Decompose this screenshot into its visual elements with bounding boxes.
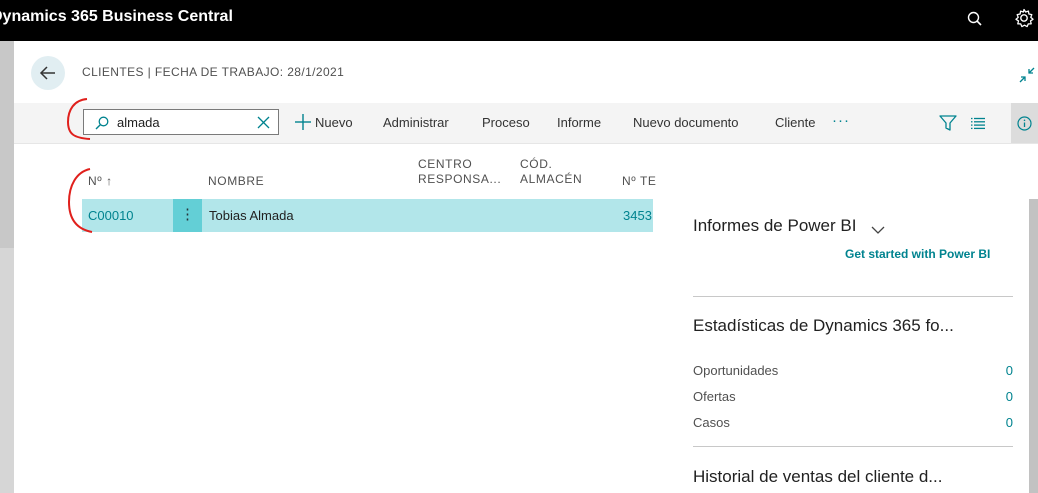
chevron-down-icon[interactable] (871, 222, 885, 240)
action-bar: Nuevo Administrar Proceso Informe Nuevo … (14, 103, 1038, 144)
arrow-left-icon (39, 66, 55, 80)
annotation-mark-row (67, 168, 93, 233)
customer-menu[interactable]: Cliente (775, 115, 815, 130)
list-search-box (83, 109, 279, 135)
search-input[interactable] (117, 113, 247, 131)
process-menu[interactable]: Proceso (482, 115, 530, 130)
stat-label-quotes: Ofertas (693, 389, 736, 404)
column-header-location-code[interactable]: CÓD. ALMACÉN (520, 157, 582, 187)
stat-value-cases[interactable]: 0 (999, 415, 1013, 430)
report-menu[interactable]: Informe (557, 115, 601, 130)
gear-icon[interactable] (1013, 7, 1035, 29)
more-actions-button[interactable]: ··· (832, 112, 850, 129)
column-header-phone[interactable]: Nº TE (622, 174, 657, 189)
column-header-responsibility-center[interactable]: CENTRO RESPONSA... (418, 157, 501, 187)
back-button[interactable] (31, 56, 65, 90)
collapse-icon[interactable] (1018, 66, 1036, 89)
factbox-toggle[interactable] (1011, 103, 1038, 143)
statistics-title[interactable]: Estadísticas de Dynamics 365 fo... (693, 316, 954, 336)
info-icon (1017, 116, 1032, 131)
annotation-mark-search (66, 98, 91, 140)
clear-search-icon[interactable] (257, 116, 270, 134)
stat-label-opportunities: Oportunidades (693, 363, 779, 378)
scrollbar[interactable] (1029, 199, 1038, 493)
customer-phone: 3453 (623, 208, 652, 223)
stat-label-cases: Casos (693, 415, 730, 430)
row-actions-button[interactable]: ⋮ (173, 199, 202, 232)
search-icon[interactable] (965, 9, 985, 29)
stat-value-quotes[interactable]: 0 (999, 389, 1013, 404)
manage-menu[interactable]: Administrar (383, 115, 449, 130)
filter-icon[interactable] (939, 115, 957, 136)
powerbi-title[interactable]: Informes de Power BI (693, 216, 856, 236)
sales-history-title[interactable]: Historial de ventas del cliente d... (693, 467, 942, 487)
divider (693, 446, 1013, 447)
column-header-name[interactable]: NOMBRE (208, 174, 264, 189)
new-button[interactable]: Nuevo (315, 115, 353, 130)
get-started-powerbi-link[interactable]: Get started with Power BI (845, 247, 990, 261)
table-row[interactable]: C00010 ⋮ Tobias Almada 3453 (82, 199, 653, 232)
list-view-icon[interactable] (970, 117, 986, 135)
page-caption: CLIENTES | FECHA DE TRABAJO: 28/1/2021 (82, 65, 345, 79)
new-document-menu[interactable]: Nuevo documento (633, 115, 739, 130)
customer-list-page: CLIENTES | FECHA DE TRABAJO: 28/1/2021 N… (14, 41, 1038, 493)
app-title: Dynamics 365 Business Central (0, 8, 233, 25)
customer-name: Tobias Almada (209, 208, 294, 223)
search-icon (94, 115, 110, 136)
divider (693, 296, 1013, 297)
stat-value-opportunities[interactable]: 0 (999, 363, 1013, 378)
background-strip (0, 41, 14, 493)
app-bar: Dynamics 365 Business Central (0, 0, 1038, 41)
plus-icon[interactable] (294, 113, 312, 136)
